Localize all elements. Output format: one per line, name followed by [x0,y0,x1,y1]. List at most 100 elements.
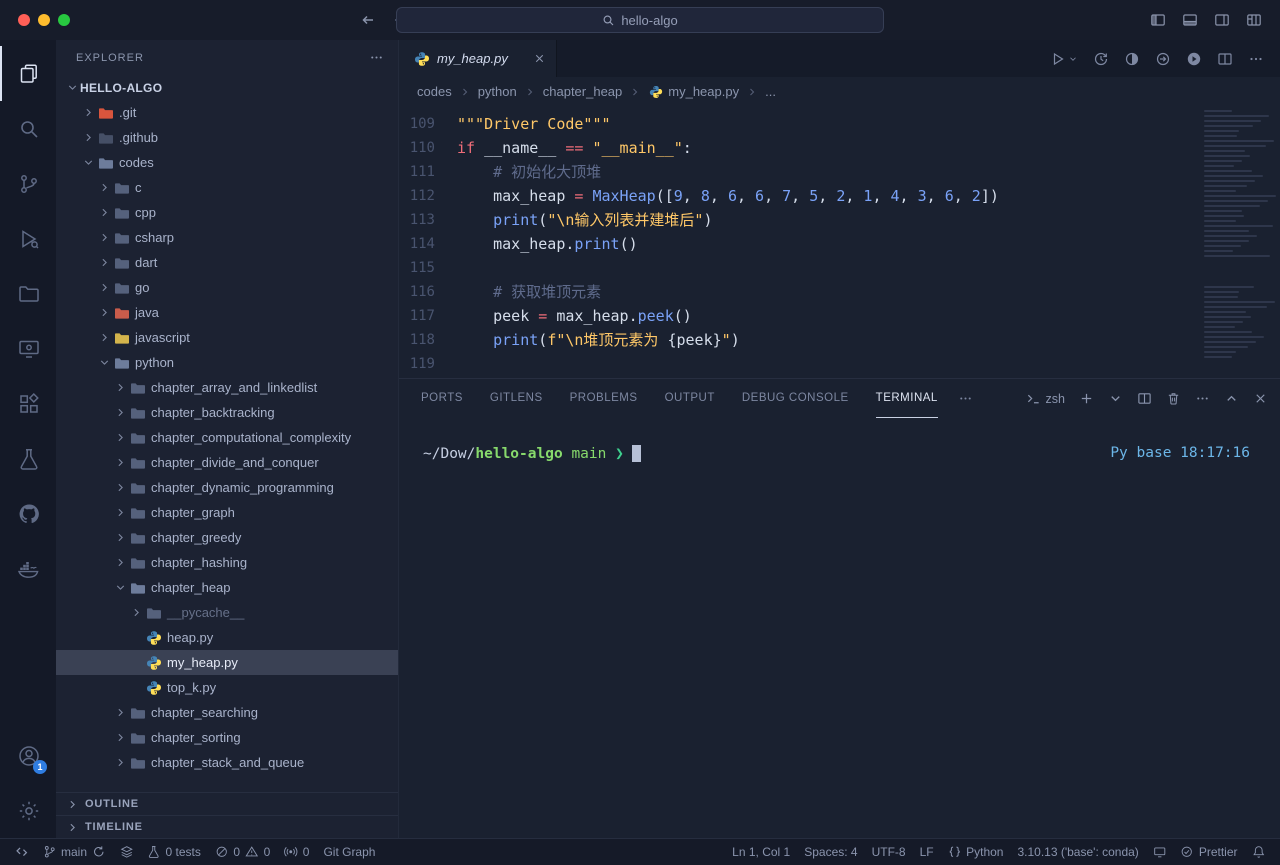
tree-item-javascript[interactable]: javascript [56,325,398,350]
status-source-control-graph[interactable] [113,839,141,865]
tab-my-heap-py[interactable]: my_heap.py [399,40,557,77]
close-tab-icon[interactable] [533,52,546,65]
tree-item-chapter-dynamic-programming[interactable]: chapter_dynamic_programming [56,475,398,500]
tree-item-chapter-hashing[interactable]: chapter_hashing [56,550,398,575]
activity-source-control-icon[interactable] [0,156,56,211]
status-prettier[interactable]: Prettier [1173,839,1244,865]
activity-testing-icon[interactable] [0,431,56,486]
tree-item-python[interactable]: python [56,350,398,375]
terminal[interactable]: ~/Dow/hello-algo main ❯ Py base 18:17:16 [399,418,1280,838]
outline-section[interactable]: OUTLINE [56,792,398,815]
breadcrumb-item[interactable]: my_heap.py [648,84,739,99]
status-encoding[interactable]: UTF-8 [865,839,913,865]
panel-tab-problems[interactable]: PROBLEMS [570,379,638,418]
tree-item-chapter-stack-and-queue[interactable]: chapter_stack_and_queue [56,750,398,775]
toggle-secondary-sidebar-icon[interactable] [1214,12,1230,28]
close-window-button[interactable] [18,14,30,26]
activity-run-debug-icon[interactable] [0,211,56,266]
status-language-mode[interactable]: Python [941,839,1011,865]
kill-terminal-icon[interactable] [1166,391,1181,406]
tree-item-chapter-heap[interactable]: chapter_heap [56,575,398,600]
status-eol[interactable]: LF [913,839,941,865]
tree-item-chapter-greedy[interactable]: chapter_greedy [56,525,398,550]
timeline-section[interactable]: TIMELINE [56,815,398,838]
run-python-file-icon[interactable] [1050,51,1078,67]
terminal-picker-icon[interactable] [1108,391,1123,406]
panel-tab-terminal[interactable]: TERMINAL [876,379,938,418]
status-python-interpreter[interactable]: 3.10.13 ('base': conda) [1010,839,1145,865]
tree-item-codes[interactable]: codes [56,150,398,175]
tree-item-top-k-py[interactable]: top_k.py [56,675,398,700]
tree-item-cpp[interactable]: cpp [56,200,398,225]
tree-item-pycache[interactable]: __pycache__ [56,600,398,625]
file-annotations-icon[interactable] [1124,51,1140,67]
minimap[interactable] [1204,110,1268,350]
minimize-window-button[interactable] [38,14,50,26]
new-terminal-icon[interactable] [1079,391,1094,406]
tree-item-git[interactable]: .git [56,100,398,125]
open-changes-icon[interactable] [1155,51,1171,67]
panel-tab-gitlens[interactable]: GITLENS [490,379,543,418]
panel-maximize-icon[interactable] [1224,391,1239,406]
status-notifications[interactable] [1245,839,1273,865]
breadcrumb-item[interactable]: python [478,84,517,99]
tree-item-github[interactable]: .github [56,125,398,150]
panel-tab-ports[interactable]: PORTS [421,379,463,418]
panel-tab-debug-console[interactable]: DEBUG CONSOLE [742,379,849,418]
activity-search-icon[interactable] [0,101,56,156]
tree-item-go[interactable]: go [56,275,398,300]
status-remote-indicator[interactable] [8,839,36,865]
tree-item-chapter-array-and-linkedlist[interactable]: chapter_array_and_linkedlist [56,375,398,400]
tree-item-heap-py[interactable]: heap.py [56,625,398,650]
status-ports[interactable]: 0 [277,839,316,865]
more-actions-icon[interactable] [1248,51,1264,67]
toggle-primary-sidebar-icon[interactable] [1150,12,1166,28]
activity-project-folder-icon[interactable] [0,266,56,321]
activity-github-icon[interactable] [0,486,56,541]
status-indentation[interactable]: Spaces: 4 [797,839,864,865]
activity-docker-icon[interactable] [0,541,56,596]
terminal-shell-icon[interactable]: zsh [1026,391,1065,406]
customize-layout-icon[interactable] [1246,12,1262,28]
command-center-search[interactable]: hello-algo [396,7,884,33]
tree-item-chapter-divide-and-conquer[interactable]: chapter_divide_and_conquer [56,450,398,475]
breadcrumb-item[interactable]: codes [417,84,452,99]
toggle-panel-icon[interactable] [1182,12,1198,28]
tree-item-my-heap-py[interactable]: my_heap.py [56,650,398,675]
activity-explorer-icon[interactable] [0,46,56,101]
tree-item-chapter-graph[interactable]: chapter_graph [56,500,398,525]
split-editor-icon[interactable] [1217,51,1233,67]
activity-settings-icon[interactable] [0,783,56,838]
activity-remote-explorer-icon[interactable] [0,321,56,376]
panel-tab-output[interactable]: OUTPUT [665,379,715,418]
status-screencast[interactable] [1146,839,1174,865]
panel-tabs-more-icon[interactable] [958,391,973,406]
code-editor[interactable]: 109"""Driver Code"""110if __name__ == "_… [399,106,1280,378]
status-git-graph[interactable]: Git Graph [316,839,382,865]
status-cursor-position[interactable]: Ln 1, Col 1 [725,839,797,865]
tree-item-chapter-sorting[interactable]: chapter_sorting [56,725,398,750]
tree-item-csharp[interactable]: csharp [56,225,398,250]
tree-item-chapter-backtracking[interactable]: chapter_backtracking [56,400,398,425]
status-git-branch[interactable]: main [36,839,113,865]
explorer-more-actions-icon[interactable] [369,50,384,65]
tree-item-dart[interactable]: dart [56,250,398,275]
panel-more-icon[interactable] [1195,391,1210,406]
tree-item-chapter-computational-complexity[interactable]: chapter_computational_complexity [56,425,398,450]
status-problems[interactable]: 00 [208,839,277,865]
status-tests[interactable]: 0 tests [140,839,208,865]
tree-item-c[interactable]: c [56,175,398,200]
file-history-icon[interactable] [1093,51,1109,67]
activity-account-icon[interactable]: 1 [0,728,56,783]
breadcrumb-item[interactable]: ... [765,84,776,99]
zoom-window-button[interactable] [58,14,70,26]
run-code-icon[interactable] [1186,51,1202,67]
tree-item-hello-algo[interactable]: HELLO-ALGO [56,75,398,100]
panel-close-icon[interactable] [1253,391,1268,406]
tree-item-java[interactable]: java [56,300,398,325]
navigate-back-icon[interactable] [360,12,376,28]
activity-extensions-icon[interactable] [0,376,56,431]
breadcrumb-item[interactable]: chapter_heap [543,84,623,99]
tree-item-chapter-searching[interactable]: chapter_searching [56,700,398,725]
split-terminal-icon[interactable] [1137,391,1152,406]
